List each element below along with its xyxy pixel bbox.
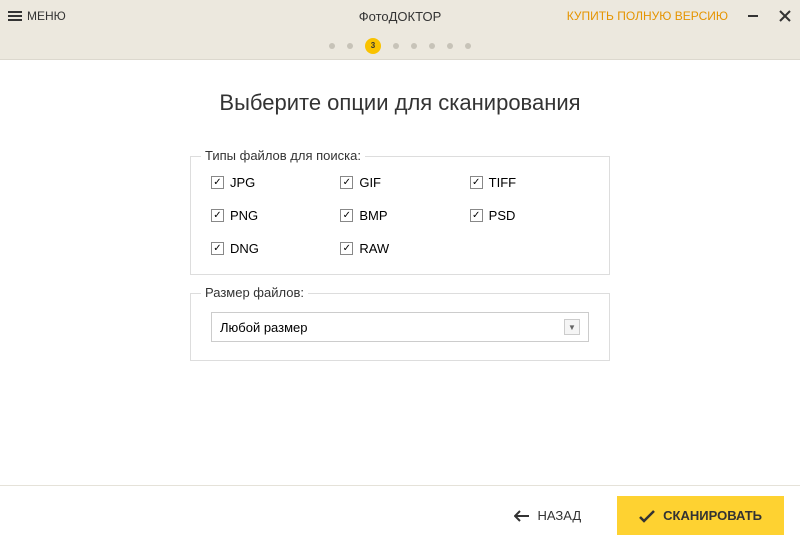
hamburger-icon [8, 11, 22, 21]
title-bar: МЕНЮ ФотоДОКТОР КУПИТЬ ПОЛНУЮ ВЕРСИЮ [0, 0, 800, 32]
step-dot-4[interactable] [393, 43, 399, 49]
filetype-checkbox-tiff[interactable]: ✓ TIFF [470, 175, 589, 190]
filesize-select[interactable]: Любой размер ▼ [211, 312, 589, 342]
filetype-label: TIFF [489, 175, 516, 190]
scan-label: СКАНИРОВАТЬ [663, 508, 762, 523]
filetype-label: GIF [359, 175, 381, 190]
filetypes-grid: ✓ JPG ✓ GIF ✓ TIFF ✓ PNG ✓ BMP ✓ PSD ✓ DNG ✓ RAW [211, 175, 589, 256]
step-dot-8[interactable] [465, 43, 471, 49]
checkmark-icon: ✓ [340, 176, 353, 189]
filetype-checkbox-bmp[interactable]: ✓ BMP [340, 208, 459, 223]
arrow-left-icon [514, 510, 530, 522]
check-icon [639, 509, 655, 523]
filetype-checkbox-psd[interactable]: ✓ PSD [470, 208, 589, 223]
back-button[interactable]: НАЗАД [500, 498, 596, 533]
filetype-checkbox-jpg[interactable]: ✓ JPG [211, 175, 330, 190]
filesize-fieldset: Размер файлов: Любой размер ▼ [190, 293, 610, 361]
menu-label: МЕНЮ [27, 9, 66, 23]
minimize-button[interactable] [746, 9, 760, 23]
scan-button[interactable]: СКАНИРОВАТЬ [617, 496, 784, 535]
filesize-legend: Размер файлов: [201, 285, 308, 300]
step-dot-5[interactable] [411, 43, 417, 49]
back-label: НАЗАД [538, 508, 582, 523]
menu-button[interactable]: МЕНЮ [8, 9, 66, 23]
buy-full-version-link[interactable]: КУПИТЬ ПОЛНУЮ ВЕРСИЮ [567, 9, 728, 23]
minimize-icon [747, 10, 759, 22]
filesize-selected-value: Любой размер [220, 320, 308, 335]
close-icon [779, 10, 791, 22]
filetype-checkbox-png[interactable]: ✓ PNG [211, 208, 330, 223]
filetype-label: BMP [359, 208, 387, 223]
checkmark-icon: ✓ [470, 209, 483, 222]
main-panel: Выберите опции для сканирования Типы фай… [0, 60, 800, 485]
step-dot-1[interactable] [329, 43, 335, 49]
checkmark-icon: ✓ [340, 242, 353, 255]
filetype-checkbox-dng[interactable]: ✓ DNG [211, 241, 330, 256]
step-dot-2[interactable] [347, 43, 353, 49]
filetypes-legend: Типы файлов для поиска: [201, 148, 365, 163]
checkmark-icon: ✓ [340, 209, 353, 222]
filetype-checkbox-gif[interactable]: ✓ GIF [340, 175, 459, 190]
filetype-label: JPG [230, 175, 255, 190]
footer-bar: НАЗАД СКАНИРОВАТЬ [0, 485, 800, 545]
checkmark-icon: ✓ [211, 176, 224, 189]
filetype-label: PNG [230, 208, 258, 223]
filetype-label: PSD [489, 208, 516, 223]
checkmark-icon: ✓ [211, 242, 224, 255]
checkmark-icon: ✓ [470, 176, 483, 189]
chevron-down-icon: ▼ [564, 319, 580, 335]
filetype-checkbox-raw[interactable]: ✓ RAW [340, 241, 459, 256]
filetype-label: RAW [359, 241, 389, 256]
filetype-label: DNG [230, 241, 259, 256]
checkmark-icon: ✓ [211, 209, 224, 222]
step-dot-6[interactable] [429, 43, 435, 49]
page-heading: Выберите опции для сканирования [0, 90, 800, 116]
close-button[interactable] [778, 9, 792, 23]
step-dot-7[interactable] [447, 43, 453, 49]
app-title: ФотоДОКТОР [359, 9, 442, 24]
wizard-stepper: 3 [0, 32, 800, 60]
filetypes-fieldset: Типы файлов для поиска: ✓JPG✓GIF✓TIFF✓PN… [190, 156, 610, 275]
step-dot-3[interactable]: 3 [365, 38, 381, 54]
